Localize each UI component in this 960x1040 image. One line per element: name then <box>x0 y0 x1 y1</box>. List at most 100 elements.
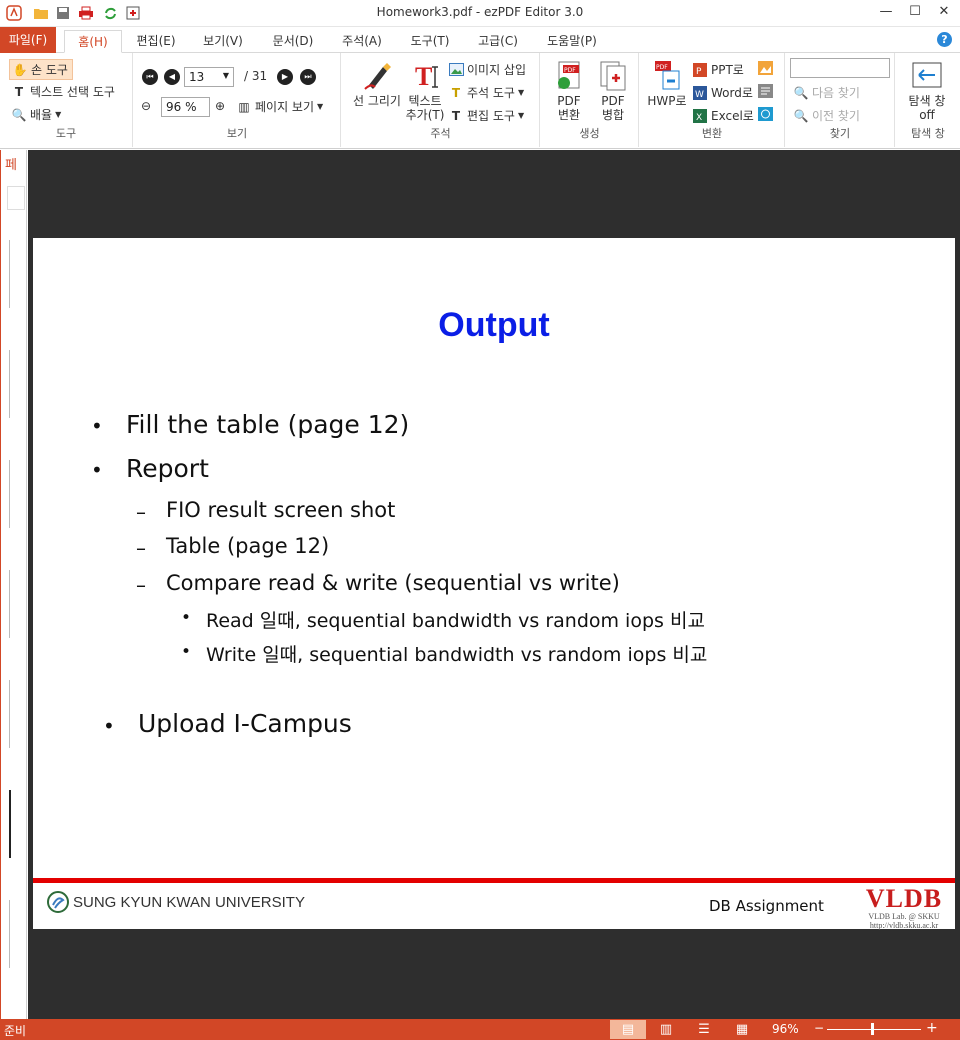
edit-tool-button[interactable]: T 편집 도구 ▼ <box>448 107 524 124</box>
zoom-input[interactable]: 96 % <box>161 97 210 117</box>
hand-icon: ✋ <box>12 62 28 77</box>
bullet-report: Report <box>126 454 209 483</box>
next-page-icon[interactable]: ▶ <box>277 69 293 85</box>
tab-tools[interactable]: 도구(T) <box>402 30 458 53</box>
page-dropdown-icon[interactable]: ▼ <box>223 71 229 80</box>
minimize-button[interactable]: — <box>874 4 898 22</box>
pdf-convert-icon: PDF <box>558 61 580 89</box>
panel-tab[interactable]: 페 <box>5 154 17 173</box>
vldb-logo: VLDB VLDB Lab. @ SKKU http://vldb.skku.a… <box>865 884 943 931</box>
page-view-button[interactable]: ▥ 페이지 보기 ▼ <box>236 98 323 115</box>
help-icon[interactable]: ? <box>937 32 952 47</box>
group-label-find: 찾기 <box>829 127 851 140</box>
magnifier-icon: 🔍 <box>11 107 27 122</box>
annotation-tool-button[interactable]: T 주석 도구 ▼ <box>448 84 524 101</box>
svg-text:X: X <box>696 113 702 123</box>
report-item-fio: FIO result screen shot <box>166 498 396 522</box>
tab-annotation[interactable]: 주석(A) <box>334 30 390 53</box>
svg-text:P: P <box>696 67 702 77</box>
document-viewer[interactable]: Output • Fill the table (page 12) • Repo… <box>28 150 960 1019</box>
slide-title: Output <box>438 306 550 344</box>
last-page-icon[interactable]: ⏭ <box>300 69 316 85</box>
pdf-convert-button[interactable]: PDF PDF 변환 <box>547 59 591 122</box>
grid-view-icon[interactable]: ▦ <box>724 1020 760 1039</box>
page-total: / 31 <box>244 69 268 83</box>
maximize-button[interactable]: ☐ <box>903 4 927 22</box>
nav-pane-toggle-button[interactable]: 탐색 창 off <box>900 59 954 122</box>
thumbnail-marker <box>9 680 15 748</box>
zoom-out-icon[interactable]: ⊖ <box>141 99 151 113</box>
zoom-out-button[interactable]: − <box>814 1021 824 1035</box>
text-add-icon: T <box>415 62 438 91</box>
two-page-view-icon[interactable]: ▥ <box>648 1020 684 1039</box>
hand-tool-button[interactable]: ✋ 손 도구 <box>9 59 73 80</box>
footer-course: DB Assignment <box>709 897 824 915</box>
bullet-dot: • <box>103 714 115 738</box>
zoom-in-icon[interactable]: ⊕ <box>215 99 225 113</box>
tab-edit[interactable]: 편집(E) <box>128 30 184 53</box>
ppt-icon: P <box>692 62 708 78</box>
nav-pane-icon <box>912 62 942 88</box>
thumbnail-marker <box>9 570 15 638</box>
panel-thumbnail-frame[interactable] <box>7 186 25 210</box>
tab-help[interactable]: 도움말(P) <box>540 30 604 53</box>
dash-marker: – <box>136 536 146 560</box>
bullet-fill-table: Fill the table (page 12) <box>126 410 410 439</box>
report-item-table: Table (page 12) <box>166 534 330 558</box>
status-bar: 준비 ▤ ▥ ☰ ▦ 96% − + <box>0 1019 960 1040</box>
close-button[interactable]: ✕ <box>932 4 956 22</box>
group-label-convert: 변환 <box>701 127 723 140</box>
find-prev-icon: 🔍 <box>793 108 809 123</box>
status-text: 준비 <box>4 1024 27 1038</box>
dropdown-arrow-icon: ▼ <box>517 111 525 120</box>
window-title: Homework3.pdf - ezPDF Editor 3.0 <box>376 5 584 19</box>
hwp-convert-icon: PDF <box>655 61 680 90</box>
to-image-icon[interactable] <box>758 61 773 75</box>
single-page-view-icon[interactable]: ▤ <box>610 1020 646 1039</box>
bullet-dot: • <box>91 414 103 438</box>
tab-document[interactable]: 문서(D) <box>264 30 322 53</box>
zoom-level: 96% <box>772 1022 799 1036</box>
to-text-icon[interactable] <box>758 84 773 98</box>
ribbon-group-tools: ✋ 손 도구 T 텍스트 선택 도구 🔍 배율 ▼ 도구 <box>0 53 133 147</box>
thumbnail-marker <box>9 240 15 308</box>
tab-advanced[interactable]: 고급(C) <box>470 30 526 53</box>
to-word-button[interactable]: W Word로 <box>692 84 753 101</box>
page-number-input[interactable]: 13 ▼ <box>184 67 234 87</box>
draw-line-button[interactable]: 선 그리기 <box>348 59 406 108</box>
ribbon-group-view: ⏮ ◀ 13 ▼ / 31 ▶ ⏭ ⊖ 96 % ⊕ ▥ 페이지 보기 ▼ 보기 <box>134 53 341 147</box>
text-cursor-icon: T <box>14 84 24 99</box>
prev-page-icon[interactable]: ◀ <box>164 69 180 85</box>
to-html-icon[interactable] <box>758 107 773 121</box>
zoom-slider-thumb[interactable] <box>871 1023 875 1035</box>
bullet-dot: • <box>181 608 192 628</box>
tab-home[interactable]: 홈(H) <box>64 30 122 53</box>
ribbon-group-create: PDF PDF 변환 PDF 병합 생성 <box>541 53 639 147</box>
bullet-dot: • <box>181 642 192 662</box>
pdf-merge-button[interactable]: PDF 병합 <box>591 59 635 122</box>
insert-image-button[interactable]: 이미지 삽입 <box>448 61 526 78</box>
group-label-view: 보기 <box>226 127 248 140</box>
tab-file[interactable]: 파일(F) <box>0 27 56 53</box>
tab-view[interactable]: 보기(V) <box>194 30 252 53</box>
thumbnail-marker <box>9 350 15 418</box>
word-icon: W <box>692 85 708 101</box>
ribbon-group-nav-pane: 탐색 창 off 탐색 창 <box>896 53 960 147</box>
find-next-button[interactable]: 🔍 다음 찾기 <box>793 84 860 101</box>
find-prev-button[interactable]: 🔍 이전 찾기 <box>793 107 860 124</box>
add-text-button[interactable]: T 텍스트 추가(T) <box>402 59 448 122</box>
to-ppt-button[interactable]: P PPT로 <box>692 61 744 78</box>
annotation-icon: T <box>451 85 461 100</box>
compare-item-write: Write 일때, sequential bandwidth vs random… <box>206 644 708 666</box>
first-page-icon[interactable]: ⏮ <box>142 69 158 85</box>
to-hwp-button[interactable]: PDF HWP로 <box>644 59 690 108</box>
zoom-tool-button[interactable]: 🔍 배율 ▼ <box>11 106 62 123</box>
zoom-in-button[interactable]: + <box>926 1020 938 1036</box>
text-select-tool-button[interactable]: T 텍스트 선택 도구 <box>11 83 115 100</box>
image-icon <box>448 62 464 78</box>
search-input[interactable] <box>790 58 890 78</box>
ribbon-group-convert: PDF HWP로 P PPT로 W Word로 X Excel로 변환 <box>640 53 785 147</box>
university-logo-icon <box>47 891 69 913</box>
continuous-view-icon[interactable]: ☰ <box>686 1020 722 1039</box>
to-excel-button[interactable]: X Excel로 <box>692 107 754 124</box>
